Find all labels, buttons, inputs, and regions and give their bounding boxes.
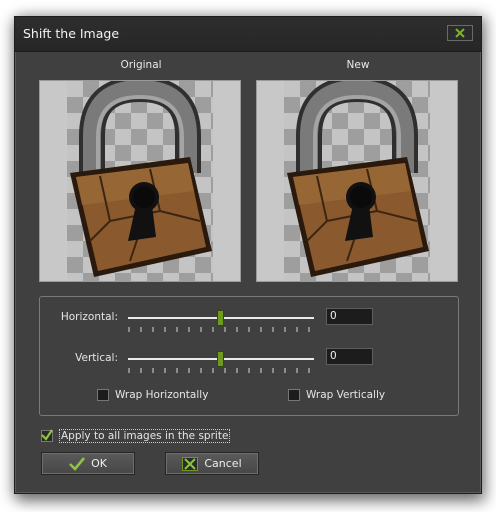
close-button[interactable] [447,25,473,41]
horizontal-slider-ticks [128,327,310,332]
checkmark-icon [69,456,86,471]
wrap-vertically-label: Wrap Vertically [306,389,386,401]
cancel-button[interactable]: Cancel [165,452,259,475]
horizontal-value-field[interactable]: 0 [326,308,373,325]
wrap-horizontally-label: Wrap Horizontally [115,389,209,401]
apply-all-checkbox[interactable]: Apply to all images in the sprite [41,429,231,443]
original-label: Original [120,59,162,71]
cancel-x-icon [182,456,199,471]
horizontal-label: Horizontal: [60,311,118,323]
apply-all-box[interactable] [41,429,53,442]
apply-all-label: Apply to all images in the sprite [59,429,231,443]
close-icon [455,28,465,38]
wrap-vertically-checkbox[interactable]: Wrap Vertically [288,389,385,401]
horizontal-slider-thumb[interactable] [217,310,224,326]
new-label: New [346,59,370,71]
new-preview [256,80,458,282]
cancel-label: Cancel [204,457,242,470]
vertical-slider-ticks [128,368,310,373]
wrap-vertically-box[interactable] [288,389,300,401]
vertical-label: Vertical: [75,352,118,364]
vertical-slider-thumb[interactable] [217,351,224,367]
title-bar[interactable]: Shift the Image [15,17,481,52]
ok-button[interactable]: OK [41,452,135,475]
ok-label: OK [91,457,107,470]
wrap-horizontally-checkbox[interactable]: Wrap Horizontally [97,389,208,401]
wrap-horizontally-box[interactable] [97,389,109,401]
original-preview [39,80,241,282]
padlock-image [70,81,212,277]
checkmark-icon [41,429,53,441]
shift-controls-group: Horizontal: 0 Vertical: 0 Wrap Horizonta… [39,296,459,416]
dialog-title: Shift the Image [23,26,120,41]
padlock-image [287,81,429,277]
shift-image-dialog: Shift the Image Original New Horizontal:… [14,16,482,494]
vertical-value-field[interactable]: 0 [326,348,373,365]
